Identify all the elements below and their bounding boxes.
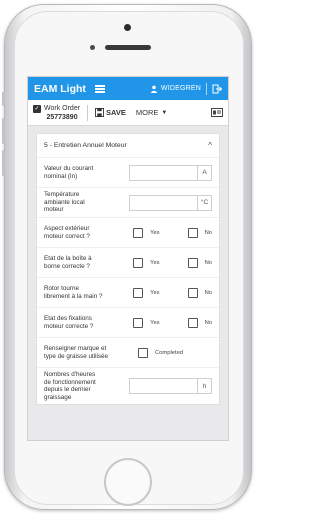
current-input[interactable]: A bbox=[128, 164, 212, 181]
user-menu[interactable]: WIDEGREN bbox=[150, 85, 201, 93]
field-label: Rotor tourne librement à la main ? bbox=[44, 285, 103, 300]
yes-label: Yes bbox=[150, 319, 160, 326]
save-icon bbox=[95, 108, 105, 117]
caret-down-icon: ▼ bbox=[161, 109, 168, 116]
field-label: Valeur du courant nominal (In) bbox=[44, 165, 94, 180]
field-label: Etat de la boîte à borne correcte ? bbox=[44, 255, 92, 270]
unit-label: A bbox=[197, 165, 211, 180]
logout-icon[interactable] bbox=[212, 84, 222, 94]
mute-switch bbox=[2, 92, 5, 106]
chevron-up-icon[interactable]: ^ bbox=[208, 141, 212, 150]
yes-label: Yes bbox=[150, 229, 160, 236]
yes-checkbox[interactable] bbox=[133, 227, 144, 238]
unit-label: °C bbox=[197, 195, 211, 210]
field-label: Nombres d'heures de fonctionnement depui… bbox=[44, 371, 96, 401]
field-row-courant: Valeur du courant nominal (In) A bbox=[37, 158, 219, 188]
home-button[interactable] bbox=[104, 458, 152, 506]
yes-checkbox[interactable] bbox=[133, 317, 144, 328]
yes-label: Yes bbox=[150, 289, 160, 296]
field-row-graisse: Renseigner marque et type de graisse uti… bbox=[37, 338, 219, 368]
app-screen: EAM Light WIDEGREN ✓ Work Order 25773890… bbox=[27, 76, 229, 441]
no-checkbox[interactable] bbox=[187, 227, 198, 238]
toolbar: ✓ Work Order 25773890 SAVE MORE ▼ bbox=[28, 100, 228, 126]
field-row-aspect: Aspect extérieur moteur correct ? Yes No bbox=[37, 218, 219, 248]
completed-checkbox[interactable] bbox=[138, 347, 148, 358]
field-row-boite: Etat de la boîte à borne correcte ? Yes … bbox=[37, 248, 219, 278]
yes-checkbox[interactable] bbox=[133, 257, 144, 268]
section-title: 5 - Entretien Annuel Moteur bbox=[44, 142, 127, 149]
field-label: Aspect extérieur moteur correct ? bbox=[44, 225, 90, 240]
field-label: Etat des fixations moteur correcte ? bbox=[44, 315, 94, 330]
field-row-heures: Nombres d'heures de fonctionnement depui… bbox=[37, 368, 219, 404]
no-checkbox[interactable] bbox=[187, 287, 198, 298]
user-icon bbox=[150, 85, 158, 93]
section-header[interactable]: 5 - Entretien Annuel Moteur ^ bbox=[37, 134, 219, 158]
yes-label: Yes bbox=[150, 259, 160, 266]
menu-icon[interactable] bbox=[94, 84, 105, 93]
field-label: Renseigner marque et type de graisse uti… bbox=[44, 345, 109, 360]
proximity-sensor bbox=[90, 45, 95, 50]
volume-down-button bbox=[2, 150, 5, 176]
username: WIDEGREN bbox=[160, 85, 201, 92]
earpiece-speaker bbox=[105, 45, 151, 50]
no-checkbox[interactable] bbox=[187, 317, 198, 328]
front-camera bbox=[124, 24, 131, 31]
work-order-label: Work Order bbox=[44, 104, 81, 112]
work-order-number: 25773890 bbox=[46, 113, 78, 121]
checklist-card: 5 - Entretien Annuel Moteur ^ Valeur du … bbox=[36, 133, 220, 405]
app-header: EAM Light WIDEGREN bbox=[28, 77, 228, 100]
checkbox-checked-icon: ✓ bbox=[33, 104, 41, 113]
no-label: No bbox=[204, 259, 212, 266]
yes-checkbox[interactable] bbox=[133, 287, 144, 298]
field-label: Température ambiante local moteur bbox=[44, 191, 85, 214]
hours-input[interactable]: h bbox=[128, 378, 212, 394]
field-row-rotor: Rotor tourne librement à la main ? Yes N… bbox=[37, 278, 219, 308]
work-order-selector[interactable]: ✓ Work Order 25773890 bbox=[33, 104, 80, 122]
no-label: No bbox=[204, 289, 212, 296]
temperature-input[interactable]: °C bbox=[128, 194, 212, 211]
app-title: EAM Light bbox=[34, 82, 86, 95]
no-label: No bbox=[204, 319, 212, 326]
completed-label: Completed bbox=[155, 349, 184, 356]
save-label: SAVE bbox=[106, 108, 126, 117]
field-row-temperature: Température ambiante local moteur °C bbox=[37, 188, 219, 218]
save-button[interactable]: SAVE bbox=[95, 108, 126, 117]
volume-up-button bbox=[2, 118, 5, 144]
unit-label: h bbox=[197, 379, 211, 393]
more-label: MORE bbox=[135, 108, 159, 117]
no-label: No bbox=[204, 229, 212, 236]
toolbar-divider bbox=[87, 104, 89, 121]
more-button[interactable]: MORE ▼ bbox=[136, 108, 167, 117]
header-divider bbox=[206, 82, 207, 95]
field-row-fixations: Etat des fixations moteur correcte ? Yes… bbox=[37, 308, 219, 338]
no-checkbox[interactable] bbox=[187, 257, 198, 268]
record-view-icon[interactable] bbox=[211, 108, 223, 117]
